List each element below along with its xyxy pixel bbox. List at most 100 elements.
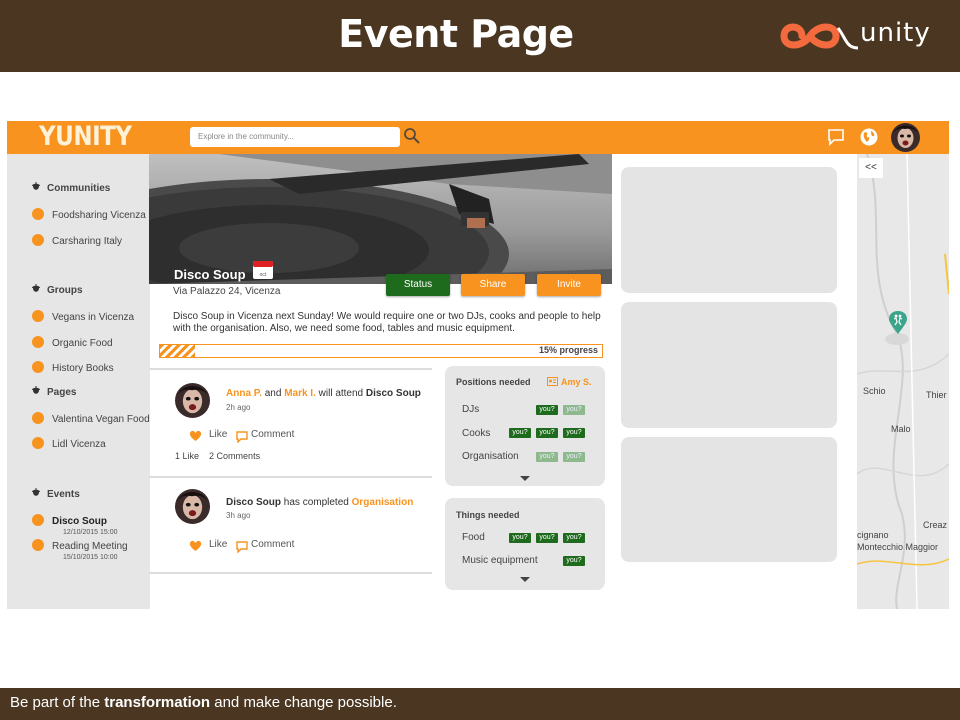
acorn-icon — [32, 284, 40, 292]
sidebar-heading-events: Events — [31, 488, 80, 500]
status-button[interactable]: Status — [386, 274, 450, 296]
infinity-logo-icon — [780, 23, 859, 50]
sidebar-item-event-active[interactable]: Disco Soup — [32, 514, 107, 527]
like-button[interactable]: Like — [209, 539, 227, 550]
calendar-icon[interactable]: oct — [252, 258, 274, 280]
sidebar-heading-groups: Groups — [31, 284, 83, 296]
sidebar-heading-pages: Pages — [31, 386, 76, 398]
bullet-icon — [32, 437, 44, 449]
sidebar-item-group[interactable]: History Books — [32, 361, 114, 374]
volunteer-tag[interactable]: you? — [509, 533, 531, 543]
progress-bar: 15% progress — [159, 344, 603, 358]
volunteer-tag[interactable]: you? — [509, 428, 531, 438]
event-address: Via Palazzo 24, Vicenza — [173, 286, 281, 297]
volunteer-tag[interactable]: you? — [563, 452, 585, 462]
sidebar-item-community[interactable]: Foodsharing Vicenza — [32, 208, 146, 221]
user-avatar[interactable] — [891, 123, 920, 152]
calendar-month: oct — [260, 272, 267, 278]
sidebar-item-page[interactable]: Lidl Vicenza — [32, 437, 106, 450]
expand-caret-icon[interactable] — [520, 577, 530, 582]
divider — [149, 476, 432, 478]
map-label: Creaz — [923, 520, 948, 530]
slide: Event Page unity YUNITY Explore in the c… — [0, 0, 960, 720]
volunteer-tag[interactable]: you? — [536, 533, 558, 543]
map-panel[interactable]: << Schio Thier Malo Creaz cignano Montec… — [857, 154, 949, 609]
volunteer-tag[interactable]: you? — [536, 428, 558, 438]
volunteer-tag[interactable]: you? — [563, 533, 585, 543]
placeholder-card — [621, 167, 837, 293]
placeholder-card — [621, 437, 837, 562]
feed-time: 2h ago — [226, 403, 251, 412]
slide-footer: Be part of the transformation and make c… — [0, 688, 960, 720]
bullet-icon — [32, 208, 44, 220]
event-date: 15/10/2015 10:00 — [63, 554, 118, 561]
feed-stats: 1 Like 2 Comments — [175, 451, 261, 461]
acorn-icon — [32, 488, 40, 496]
feed-avatar[interactable] — [175, 489, 210, 524]
heart-icon[interactable] — [189, 540, 202, 552]
search-input[interactable]: Explore in the community... — [190, 127, 400, 147]
map-label: cignano — [857, 530, 889, 540]
placeholder-card — [621, 302, 837, 428]
feed-post-text: Disco Soup has completed Organisation — [226, 497, 414, 508]
bullet-icon — [32, 361, 44, 373]
position-row-label: Cooks — [462, 428, 491, 439]
event-title: Disco Soup — [174, 267, 246, 282]
search-icon[interactable] — [403, 127, 421, 145]
sidebar-item-group[interactable]: Vegans in Vicenza — [32, 310, 134, 323]
unity-brand-text: unity — [860, 18, 931, 48]
volunteer-tag[interactable]: you? — [563, 556, 585, 566]
volunteer-tag[interactable]: you? — [563, 405, 585, 415]
comment-icon[interactable] — [236, 431, 248, 443]
positions-panel: Positions needed Amy S. DJs you? you? Co… — [445, 366, 605, 486]
share-button[interactable]: Share — [461, 274, 525, 296]
sidebar-item-page[interactable]: Valentina Vegan Food — [32, 412, 150, 425]
feed-time: 3h ago — [226, 511, 251, 520]
yunity-logo[interactable]: YUNITY — [39, 122, 132, 152]
volunteer-tag[interactable]: you? — [536, 452, 558, 462]
volunteer-tag[interactable]: you? — [536, 405, 558, 415]
acorn-icon — [32, 182, 40, 190]
event-description: Disco Soup in Vicenza next Sunday! We wo… — [173, 311, 601, 334]
app-window: YUNITY Explore in the community... Commu… — [7, 121, 949, 609]
sidebar: Communities Foodsharing Vicenza Carshari… — [7, 154, 150, 609]
sidebar-heading-communities: Communities — [31, 182, 110, 194]
slide-header: Event Page unity — [0, 0, 960, 72]
comment-icon[interactable] — [236, 541, 248, 553]
acorn-icon — [32, 386, 40, 394]
bullet-icon — [32, 310, 44, 322]
things-panel: Things needed Food you? you? you? Music … — [445, 498, 605, 590]
sidebar-item-event[interactable]: Reading Meeting — [32, 539, 128, 552]
map-collapse-button[interactable]: << — [859, 158, 883, 178]
assignee[interactable]: Amy S. — [547, 377, 592, 387]
comment-button[interactable]: Comment — [251, 429, 294, 440]
expand-caret-icon[interactable] — [520, 476, 530, 481]
globe-icon[interactable] — [859, 127, 879, 147]
comment-button[interactable]: Comment — [251, 539, 294, 550]
map-roads — [857, 154, 949, 609]
thing-row-label: Music equipment — [462, 555, 538, 566]
bullet-icon — [32, 539, 44, 551]
event-date: 12/10/2015 15:00 — [63, 529, 118, 536]
position-row-label: Organisation — [462, 451, 519, 462]
bullet-icon — [32, 234, 44, 246]
chat-icon[interactable] — [827, 128, 845, 146]
bullet-icon — [32, 412, 44, 424]
sidebar-item-community[interactable]: Carsharing Italy — [32, 234, 122, 247]
sidebar-item-group[interactable]: Organic Food — [32, 336, 113, 349]
volunteer-tag[interactable]: you? — [563, 428, 585, 438]
feed-avatar[interactable] — [175, 383, 210, 418]
map-label: Schio — [863, 386, 886, 396]
map-marker-icon[interactable] — [888, 311, 908, 335]
map-label: Thier — [926, 390, 947, 400]
progress-fill — [160, 345, 196, 357]
divider — [149, 368, 432, 370]
like-button[interactable]: Like — [209, 429, 227, 440]
heart-icon[interactable] — [189, 430, 202, 442]
thing-row-label: Food — [462, 532, 485, 543]
invite-button[interactable]: Invite — [537, 274, 601, 296]
positions-title: Positions needed — [456, 377, 531, 387]
position-row-label: DJs — [462, 404, 480, 415]
top-bar: YUNITY Explore in the community... — [7, 121, 949, 154]
map-label: Montecchio Maggior — [857, 542, 939, 552]
